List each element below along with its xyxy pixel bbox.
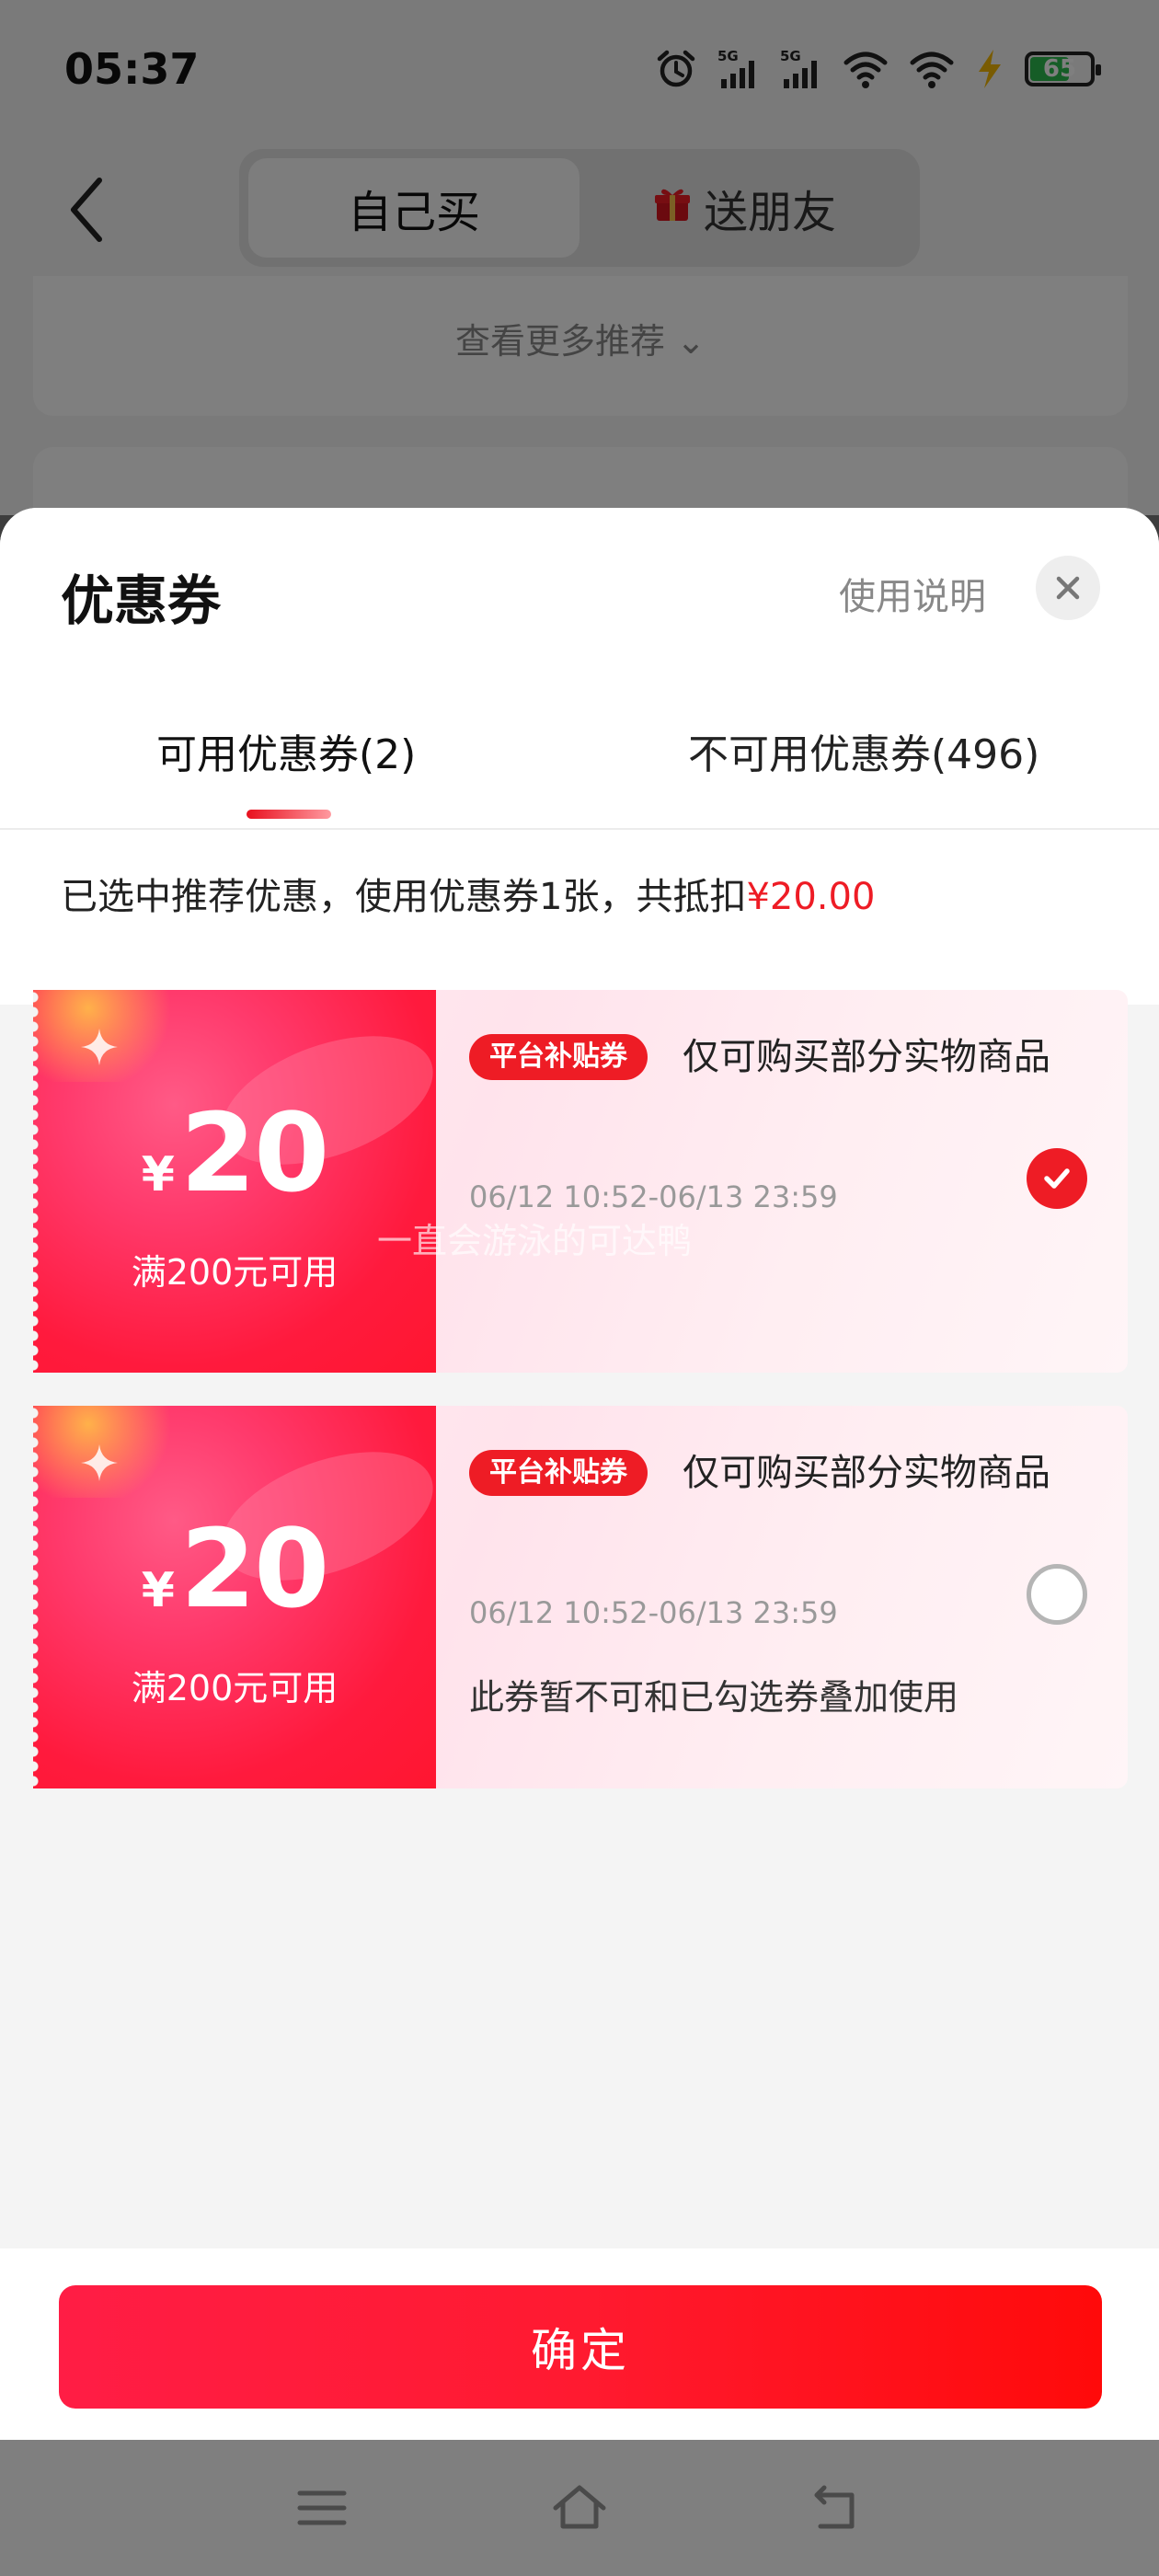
close-icon xyxy=(1056,576,1080,600)
coupon-tag: 平台补贴券 xyxy=(469,1034,648,1080)
sheet-title: 优惠券 xyxy=(61,569,222,632)
coupon-amount: 20 xyxy=(179,1089,329,1216)
selection-summary: 已选中推荐优惠，使用优惠券1张，共抵扣¥20.00 xyxy=(0,830,1159,1005)
currency-symbol: ¥ xyxy=(141,1563,175,1618)
coupon-card[interactable]: ¥20 满200元可用 仅可购买部分实物商品 平台补贴券 06/12 10:52… xyxy=(33,1406,1128,1788)
coupon-value-panel: ¥20 满200元可用 xyxy=(33,1406,436,1788)
back-icon xyxy=(814,2485,855,2529)
system-nav-bar xyxy=(0,2440,1159,2576)
coupon-tag: 平台补贴券 xyxy=(469,1450,648,1496)
home-button[interactable] xyxy=(550,2480,606,2536)
currency-symbol: ¥ xyxy=(141,1147,175,1202)
coupon-value-panel: ¥20 满200元可用 xyxy=(33,990,436,1373)
checkmark-icon xyxy=(1044,1168,1070,1189)
coupon-detail: 仅可购买部分实物商品 平台补贴券 06/12 10:52-06/13 23:59… xyxy=(436,1406,1128,1788)
sparkle-icon xyxy=(81,1444,118,1481)
tab-available-coupons[interactable]: 可用优惠券(2) xyxy=(156,721,416,780)
coupon-detail: 仅可购买部分实物商品 平台补贴券 06/12 10:52-06/13 23:59 xyxy=(436,990,1128,1373)
sheet-header: 优惠券 使用说明 可用优惠券(2) 不可用优惠券(496) xyxy=(0,508,1159,828)
back-nav-button[interactable] xyxy=(809,2480,865,2536)
confirm-button[interactable]: 确定 xyxy=(59,2285,1102,2409)
coupon-checkbox[interactable] xyxy=(1027,1148,1087,1209)
close-button[interactable] xyxy=(1036,556,1100,620)
menu-button[interactable] xyxy=(294,2480,350,2536)
coupon-condition: 满200元可用 xyxy=(131,1252,339,1293)
coupon-validity: 06/12 10:52-06/13 23:59 xyxy=(469,1595,838,1630)
active-tab-indicator xyxy=(247,810,331,819)
summary-amount: ¥20.00 xyxy=(746,876,876,918)
coupon-tabs: 可用优惠券(2) 不可用优惠券(496) xyxy=(0,721,1159,828)
coupon-note: 此券暂不可和已勾选券叠加使用 xyxy=(469,1677,959,1718)
coupon-sheet: 优惠券 使用说明 可用优惠券(2) 不可用优惠券(496) 已选中推荐优惠，使用… xyxy=(0,508,1159,2440)
sparkle-icon xyxy=(81,1029,118,1065)
coupon-condition: 满200元可用 xyxy=(131,1668,339,1708)
coupon-validity: 06/12 10:52-06/13 23:59 xyxy=(469,1179,838,1214)
watermark-text: 一直会游泳的可达鸭 xyxy=(377,1221,693,1261)
tab-unavailable-coupons[interactable]: 不可用优惠券(496) xyxy=(688,721,1039,780)
coupon-card[interactable]: ¥20 满200元可用 仅可购买部分实物商品 平台补贴券 06/12 10:52… xyxy=(33,990,1128,1373)
summary-text: 已选中推荐优惠，使用优惠券1张，共抵扣 xyxy=(61,876,747,918)
sheet-footer: 确定 xyxy=(0,2248,1159,2440)
menu-icon xyxy=(297,2490,347,2525)
home-icon xyxy=(553,2485,606,2529)
coupon-checkbox[interactable] xyxy=(1027,1564,1087,1625)
usage-instructions-link[interactable]: 使用说明 xyxy=(839,567,986,620)
coupon-amount: 20 xyxy=(179,1505,329,1632)
